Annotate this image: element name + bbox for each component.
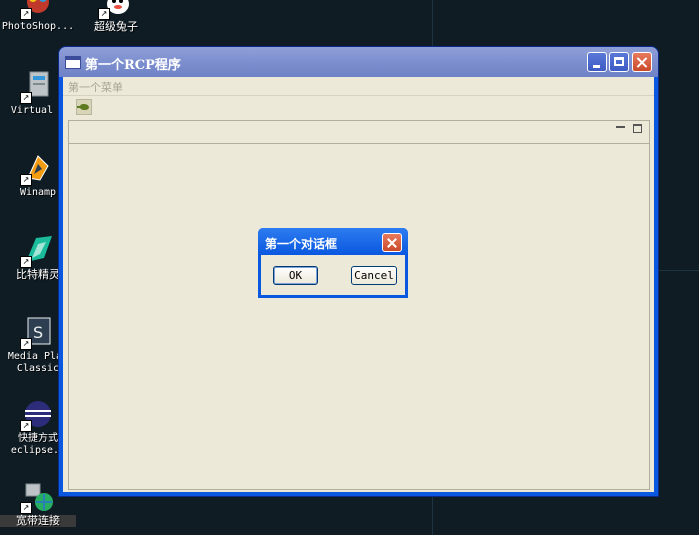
dialog: 第一个对话框 OK Cancel: [258, 228, 408, 298]
eclipse-icon: ↗: [20, 398, 54, 432]
cancel-button[interactable]: Cancel: [351, 266, 397, 285]
desktop-icon-label: 超级兔子: [94, 20, 138, 33]
main-window-title: 第一个RCP程序: [85, 58, 181, 73]
dialog-close-button[interactable]: [382, 233, 402, 252]
network-icon: ↗: [20, 480, 54, 514]
close-button[interactable]: [632, 52, 652, 72]
editor-minimize-icon[interactable]: [616, 126, 625, 128]
main-window-titlebar[interactable]: 第一个RCP程序: [59, 47, 658, 77]
toolbar-action-button[interactable]: [76, 99, 92, 115]
desktop-icon-photoshop[interactable]: ↗ PhotoShop...: [0, 0, 76, 33]
media-player-icon: S ↗: [20, 316, 54, 350]
rabbit-icon: ↗: [98, 0, 132, 20]
dialog-body: OK Cancel: [261, 255, 405, 295]
toolbar: [63, 96, 654, 118]
dialog-title: 第一个对话框: [265, 237, 338, 251]
desktop-icon-super-rabbit[interactable]: ↗ 超级兔子: [78, 0, 154, 33]
winamp-icon: ↗: [20, 152, 54, 186]
menubar: 第一个菜单: [63, 77, 654, 96]
editor-tabbar: [69, 121, 649, 144]
editor-maximize-icon[interactable]: [633, 124, 642, 133]
desktop-icon-label: PhotoShop...: [1, 21, 75, 32]
bitspirit-icon: ↗: [20, 234, 54, 268]
svg-text:S: S: [33, 323, 43, 342]
editor-area: [68, 120, 650, 490]
minimize-button[interactable]: [587, 52, 607, 72]
window-app-icon[interactable]: [65, 56, 81, 69]
maximize-button[interactable]: [609, 52, 629, 72]
dialog-titlebar[interactable]: 第一个对话框: [258, 228, 408, 255]
desktop-icon-label: 宽带连接: [0, 515, 76, 527]
computer-icon: ↗: [20, 70, 54, 104]
menu-first[interactable]: 第一个菜单: [68, 79, 123, 95]
action-icon: [77, 104, 89, 110]
photoshop-icon: ↗: [20, 0, 54, 20]
ok-button[interactable]: OK: [273, 266, 318, 285]
desktop-bg-line: [658, 270, 699, 271]
